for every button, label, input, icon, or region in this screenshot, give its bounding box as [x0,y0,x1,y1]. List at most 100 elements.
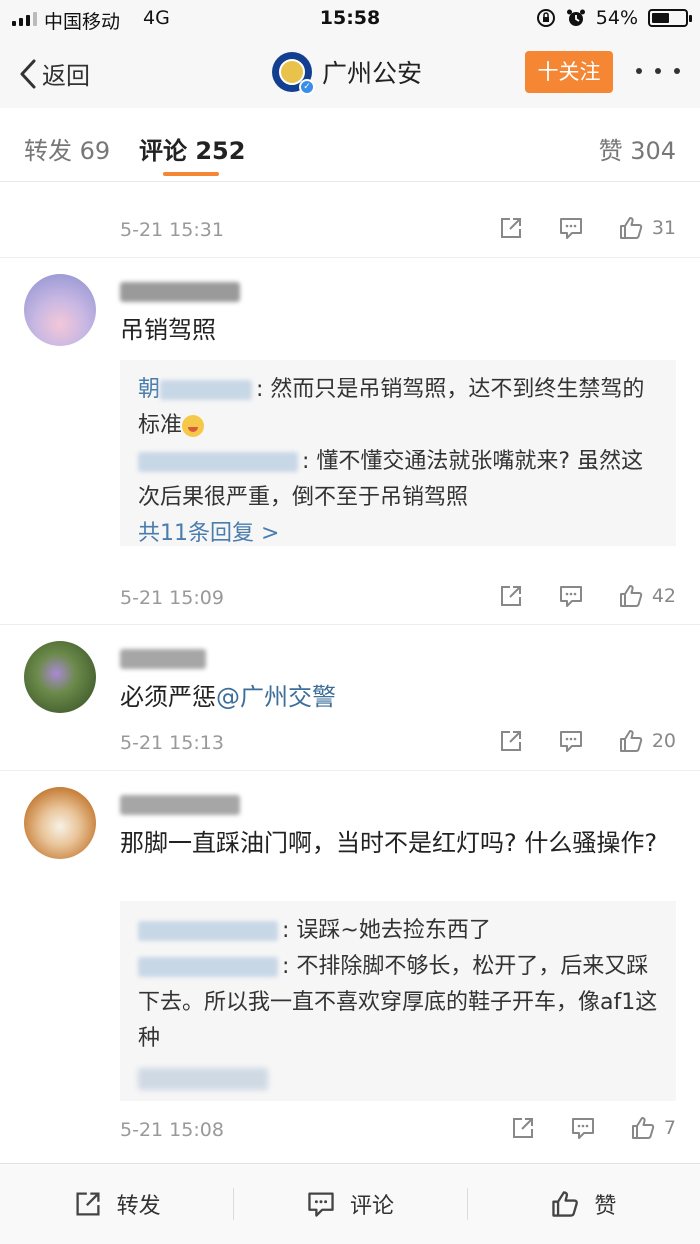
username[interactable] [120,282,240,302]
emoji-icon [182,415,205,437]
comment-actions: 31 [498,215,676,241]
comment-item: 吊销驾照 朝: 然而只是吊销驾照，达不到终生禁驾的标准 : 懂不懂交通法就张嘴就… [0,258,700,625]
comment-actions: 42 [498,583,676,609]
like-count: 42 [651,585,676,607]
more-replies-blurred [138,1068,268,1090]
reply-item: : 懂不懂交通法就张嘴就来? 虽然这次后果很严重，倒不至于吊销驾照 [138,444,658,516]
comment-icon [571,1118,594,1139]
comment-item: 5-21 15:31 31 [0,183,700,258]
account-name: 广州公安 [322,59,423,88]
back-button[interactable]: 返回 [18,56,90,91]
share-icon [500,218,521,238]
status-bar: 中国移动 4G 15:58 54% [0,0,700,38]
reply-author-blurred [160,380,253,400]
avatar[interactable] [24,274,96,346]
verified-icon: ✓ [299,79,315,95]
share-icon [76,1192,100,1216]
tab-bar: 转发 69 评论 252 赞 304 [0,108,700,182]
tab-comments[interactable]: 评论 252 [139,131,245,166]
like-count: 7 [663,1117,676,1139]
reply-thread[interactable]: 朝: 然而只是吊销驾照，达不到终生禁驾的标准 : 懂不懂交通法就张嘴就来? 虽然… [120,360,676,546]
comment-time: 5-21 15:08 [120,1119,224,1141]
repost-label: 转发 [116,1194,161,1219]
comment-actions: 7 [510,1115,676,1141]
comment-feed[interactable]: 5-21 15:31 31 吊销驾照 朝: 然而只是吊销驾照，达不到终生禁驾的标… [0,183,700,1163]
avatar[interactable] [24,641,96,713]
share-button[interactable] [498,583,524,609]
like-count: 31 [651,217,676,239]
thumbs-up-icon [631,1117,655,1139]
like-button[interactable]: 7 [630,1115,676,1141]
share-button[interactable] [510,1115,536,1141]
like-button[interactable]: 赞 [466,1164,700,1244]
comment-label: 评论 [349,1194,394,1219]
share-icon [512,1118,533,1138]
reply-button[interactable] [558,728,584,754]
comment-item: 必须严惩@广州交警 5-21 15:13 20 [0,625,700,771]
back-label: 返回 [42,62,90,90]
reply-button[interactable] [570,1115,596,1141]
thumbs-up-icon [619,217,642,239]
reply-author-blurred [138,921,278,941]
mention-link[interactable]: @广州交警 [216,683,336,711]
more-replies-link[interactable] [138,1061,658,1097]
chevron-left-icon [20,59,36,88]
repost-button[interactable]: 转发 [0,1164,233,1244]
comment-text: 那脚一直踩油门啊，当时不是红灯吗? 什么骚操作? [120,829,658,857]
like-button[interactable]: 42 [618,583,676,609]
reply-item: 朝: 然而只是吊销驾照，达不到终生禁驾的标准 [138,372,658,444]
alarm-icon [566,9,585,26]
reply-item: : 不排除脚不够长，松开了，后来又踩下去。所以我一直不喜欢穿厚底的鞋子开车，像a… [138,949,658,1057]
like-label: 赞 [594,1194,617,1219]
reply-item: : 误踩~她去捡东西了 [138,913,658,949]
like-button[interactable]: 31 [618,215,676,241]
thumbs-up-icon [619,730,642,752]
reply-button[interactable] [558,583,584,609]
share-button[interactable] [498,215,524,241]
avatar[interactable] [24,787,96,859]
comment-time: 5-21 15:31 [120,219,224,241]
like-button[interactable]: 20 [618,728,676,754]
comment-text: 必须严惩@广州交警 [120,679,680,715]
bottom-action-bar: 转发 评论 赞 [0,1163,700,1244]
comment-body: 必须严惩 [120,683,216,711]
share-icon [500,731,521,751]
battery-fill [652,13,670,23]
comment-icon [559,218,582,239]
reply-thread[interactable]: : 误踩~她去捡东西了 : 不排除脚不够长，松开了，后来又踩下去。所以我一直不喜… [120,901,676,1101]
reply-author-blurred [138,452,298,472]
comment-time: 5-21 15:09 [120,587,224,609]
comment-icon [308,1192,334,1217]
comment-item: 那脚一直踩油门啊，当时不是红灯吗? 什么骚操作? : 误踩~她去捡东西了 : 不… [0,771,700,1163]
more-options-button[interactable] [636,59,680,83]
nav-header: 返回 ✓ 广州公安 十关注 [0,38,700,108]
thumbs-up-icon [552,1191,579,1217]
status-icons: 54% [536,7,692,29]
reply-author-blurred [138,957,278,977]
thumbs-up-icon [619,585,642,607]
battery-percent: 54% [595,7,638,29]
username[interactable] [120,795,240,815]
like-count: 20 [651,730,676,752]
share-button[interactable] [498,728,524,754]
reply-text: : 误踩~她去捡东西了 [282,918,491,943]
comment-icon [559,586,582,607]
comment-text: 吊销驾照 [120,316,216,344]
account-avatar: ✓ [272,52,315,95]
tab-likes[interactable]: 赞 304 [599,131,676,166]
share-icon [500,586,521,606]
account-info[interactable]: ✓ 广州公安 [272,52,423,95]
more-replies-link[interactable]: 共11条回复 > [138,516,658,552]
comment-time: 5-21 15:13 [120,732,224,754]
battery-icon [648,9,692,27]
username[interactable] [120,649,206,669]
tab-repost[interactable]: 转发 69 [24,131,110,166]
comment-actions: 20 [498,728,676,754]
comment-button[interactable]: 评论 [233,1164,466,1244]
reply-button[interactable] [558,215,584,241]
rotation-lock-icon [536,9,555,27]
follow-button[interactable]: 十关注 [525,51,613,93]
reply-author: 朝 [138,377,161,402]
active-tab-indicator [163,172,219,176]
comment-icon [559,731,582,752]
